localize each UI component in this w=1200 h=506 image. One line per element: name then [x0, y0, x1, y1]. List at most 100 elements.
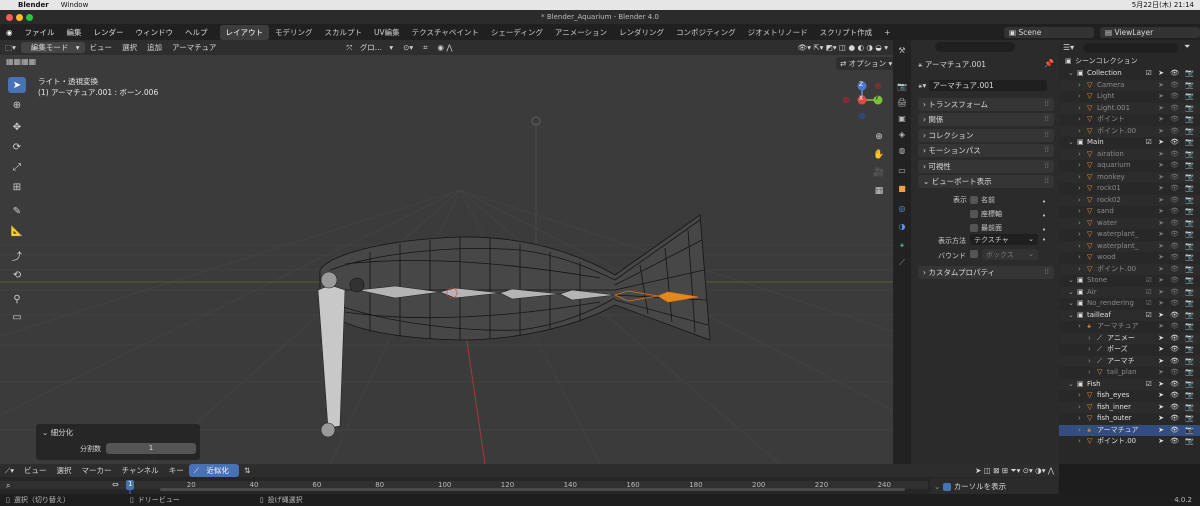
bone-size-tool[interactable]: ⚲: [8, 291, 26, 307]
physics-tab-icon[interactable]: ◑: [896, 222, 908, 233]
menu-add[interactable]: 追加: [142, 42, 167, 53]
select-box-tool[interactable]: ➤: [8, 77, 26, 93]
visibility-toggle-icons[interactable]: ➤ 👁 📷: [1158, 321, 1196, 333]
outliner-row[interactable]: › ⟋ アーマチ ➤ 👁 📷: [1059, 355, 1200, 368]
outliner-display-mode[interactable]: ☰▾: [1063, 43, 1074, 52]
expand-arrow-icon[interactable]: ›: [1088, 344, 1091, 356]
tab-texture-paint[interactable]: テクスチャペイント: [406, 25, 485, 40]
visibility-toggle-icons[interactable]: ➤ 👁 📷: [1158, 264, 1196, 276]
redo-panel-title[interactable]: ⌄ 細分化: [42, 427, 73, 438]
bounds-dropdown[interactable]: ボックス ⌄: [982, 249, 1038, 260]
expand-arrow-icon[interactable]: ⌄: [1068, 298, 1074, 310]
visibility-toggle-icons[interactable]: ☑ ➤ 👁 📷: [1146, 275, 1196, 287]
timeline-search-icon[interactable]: ⌕: [6, 481, 10, 491]
outliner-row[interactable]: › ▽ ポイント.00 ➤ 👁 📷: [1059, 125, 1200, 137]
visibility-toggle-icons[interactable]: ➤ 👁 📷: [1158, 402, 1196, 414]
tab-rendering[interactable]: レンダリング: [613, 25, 670, 40]
visibility-toggle-icons[interactable]: ➤ 👁 📷: [1158, 114, 1196, 126]
outliner-row[interactable]: › ⚹ アーマチュア ➤ 👁 📷: [1059, 424, 1200, 436]
proportional-icon[interactable]: ◉ ⋀: [432, 43, 457, 52]
pin-icon[interactable]: 📌: [1044, 59, 1054, 68]
outliner-row[interactable]: › ⟋ アニメー ➤ 👁 📷: [1059, 332, 1200, 345]
bounds-checkbox[interactable]: [970, 250, 981, 258]
expand-arrow-icon[interactable]: ›: [1088, 333, 1091, 345]
expand-arrow-icon[interactable]: ›: [1078, 264, 1081, 276]
timeline-menu-view[interactable]: ビュー: [19, 465, 52, 476]
expand-arrow-icon[interactable]: ›: [1088, 367, 1091, 379]
timeline-menu-marker[interactable]: マーカー: [77, 465, 117, 476]
expand-arrow-icon[interactable]: ›: [1078, 172, 1081, 184]
pivot-icon[interactable]: ⊙▾: [398, 43, 418, 52]
view-layer-tab-icon[interactable]: ▣: [896, 114, 908, 125]
world-tab-icon[interactable]: ◍: [896, 146, 908, 157]
in-front-checkbox[interactable]: 最前面: [970, 223, 1002, 233]
measure-tool[interactable]: 📐: [8, 223, 26, 239]
show-cursor-checkbox[interactable]: [942, 483, 951, 491]
panel-transform[interactable]: › トランスフォーム ⁞⁞: [918, 98, 1054, 111]
blender-logo-icon[interactable]: ◉: [0, 28, 19, 37]
output-tab-icon[interactable]: 🖨: [896, 98, 908, 109]
visibility-toggle-icons[interactable]: ➤ 👁 📷: [1158, 390, 1196, 402]
expand-arrow-icon[interactable]: ›: [1078, 252, 1081, 264]
frame-range-icon[interactable]: ⇔: [112, 480, 119, 489]
outliner-row[interactable]: › ▽ waterplant_ ➤ 👁 📷: [1059, 229, 1200, 241]
visibility-toggle-icons[interactable]: ➤ 👁 📷: [1158, 413, 1196, 425]
menu-file[interactable]: ファイル: [19, 27, 61, 38]
outliner-row[interactable]: › ▽ fish_inner ➤ 👁 📷: [1059, 401, 1200, 414]
tab-animation[interactable]: アニメーション: [549, 25, 613, 40]
interpolation-mode-button[interactable]: ⟋ 近似化: [188, 464, 239, 477]
visibility-toggle-icons[interactable]: ➤ 👁 📷: [1158, 149, 1196, 161]
visibility-toggle-icons[interactable]: ➤ 👁 📷: [1158, 160, 1196, 172]
display-as-keyframe[interactable]: •: [1042, 236, 1046, 244]
menu-render[interactable]: レンダー: [88, 27, 130, 38]
outliner-row[interactable]: › ▽ monkey ➤ 👁 📷: [1059, 171, 1200, 184]
expand-arrow-icon[interactable]: ›: [1078, 103, 1081, 115]
outliner-row[interactable]: › ▽ ポイント.00 ➤ 👁 📷: [1059, 263, 1200, 276]
expand-arrow-icon[interactable]: ›: [1078, 183, 1081, 195]
tab-geometry-nodes[interactable]: ジオメトリノード: [742, 25, 814, 40]
visibility-toggle-icons[interactable]: ➤ 👁 📷: [1158, 103, 1196, 115]
editor-type-icon[interactable]: ⬚▾: [0, 43, 21, 52]
expand-arrow-icon[interactable]: ›: [1078, 114, 1081, 126]
outliner-row[interactable]: › ▽ waterplant_ ➤ 👁 📷: [1059, 240, 1200, 253]
snap-icon[interactable]: ⌗: [418, 43, 432, 53]
menu-view[interactable]: ビュー: [85, 42, 118, 53]
expand-arrow-icon[interactable]: ›: [1078, 241, 1081, 253]
tab-uv-edit[interactable]: UV編集: [368, 25, 406, 40]
visibility-toggle-icons[interactable]: ☑ ➤ 👁 📷: [1146, 298, 1196, 310]
render-tab-icon[interactable]: 📷: [896, 82, 908, 93]
tab-scripting[interactable]: スクリプト作成: [814, 25, 879, 40]
auto-keying-icon[interactable]: ⇅: [239, 466, 255, 475]
rotate-tool[interactable]: ⟳: [8, 139, 26, 155]
display-as-dropdown[interactable]: テクスチャ ⌄: [970, 234, 1038, 245]
transform-orientation[interactable]: ⤧ グロ... ▾: [341, 42, 398, 53]
menu-edit[interactable]: 編集: [61, 27, 88, 38]
expand-arrow-icon[interactable]: ›: [1078, 402, 1081, 414]
expand-arrow-icon[interactable]: ›: [1078, 160, 1081, 172]
timeline-menu-select[interactable]: 選択: [52, 465, 77, 476]
camera-icon[interactable]: 🎥: [872, 164, 886, 182]
visibility-toggle-icons[interactable]: ➤ 👁 📷: [1158, 356, 1196, 368]
scene-selector[interactable]: ▣ Scene: [1004, 26, 1094, 38]
bone-tab-icon[interactable]: ⟋: [896, 258, 908, 269]
envelope-tool[interactable]: ▭: [8, 309, 26, 325]
visibility-toggle-icons[interactable]: ☑ ➤ 👁 📷: [1146, 379, 1196, 391]
tab-sculpt[interactable]: スカルプト: [319, 25, 369, 40]
add-workspace-button[interactable]: +: [878, 26, 896, 39]
expand-arrow-icon[interactable]: ›: [1078, 436, 1081, 448]
tab-layout[interactable]: レイアウト: [219, 24, 270, 40]
visibility-toggle-icons[interactable]: ➤ 👁 📷: [1158, 229, 1196, 241]
scene-collection-row[interactable]: ▣ シーンコレクション: [1059, 56, 1200, 68]
menu-window[interactable]: ウィンドウ: [130, 27, 180, 38]
panel-toggle-icon[interactable]: ⌄: [934, 482, 940, 491]
transform-tool[interactable]: ⊞: [8, 179, 26, 195]
outliner-row[interactable]: › ▽ rock01 ➤ 👁 📷: [1059, 183, 1200, 195]
pan-hand-icon[interactable]: ✋: [872, 146, 886, 164]
tool-tab-icon[interactable]: ⚒: [896, 46, 908, 57]
keyframe-dots[interactable]: • • •: [1042, 195, 1046, 237]
outliner-row[interactable]: › ⚹ アーマチュア ➤ 👁 📷: [1059, 321, 1200, 333]
outliner-row[interactable]: › ▽ Light ➤ 👁 📷: [1059, 91, 1200, 103]
outliner-row[interactable]: › ▽ Light.001 ➤ 👁 📷: [1059, 102, 1200, 115]
viewlayer-selector[interactable]: ▤ ViewLayer: [1100, 26, 1200, 38]
visibility-toggle-icons[interactable]: ➤ 👁 📷: [1158, 436, 1196, 448]
